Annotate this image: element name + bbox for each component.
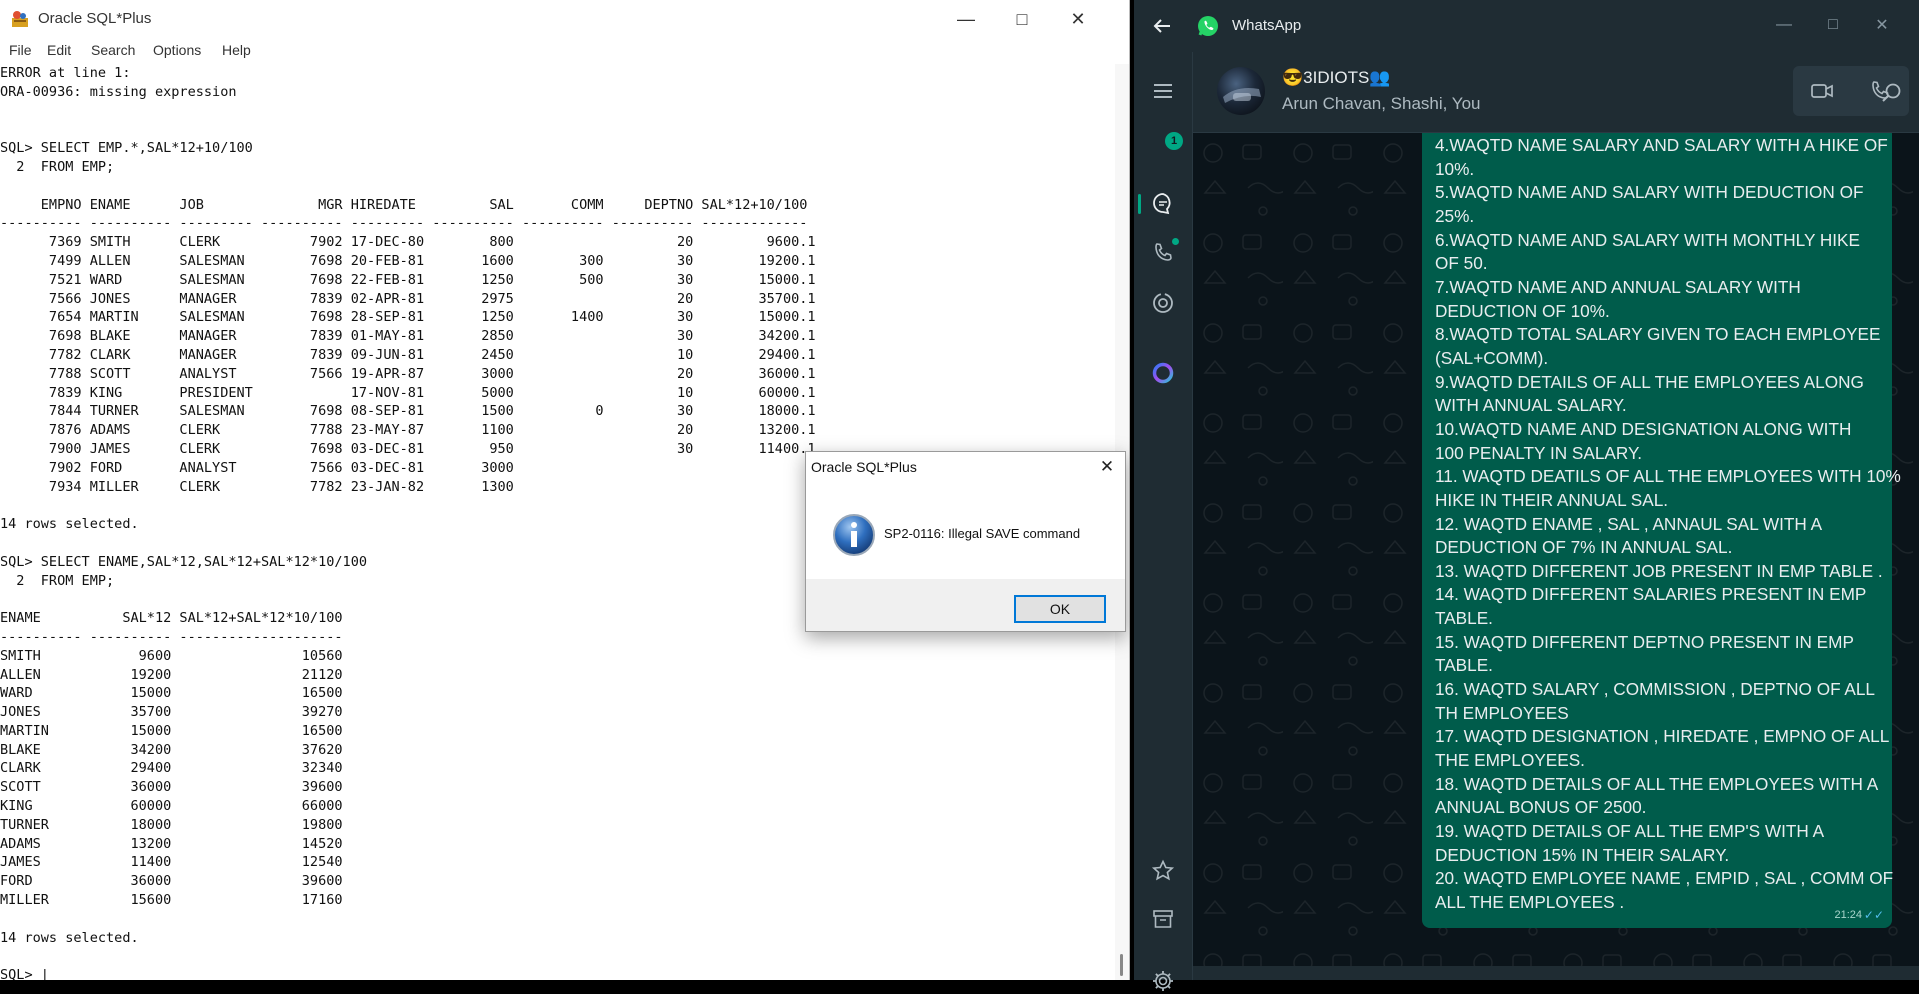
message-line: TH EMPLOYEES	[1435, 702, 1569, 723]
dialog-body: SP2-0116: Illegal SAVE command	[806, 483, 1125, 579]
chat-name: 😎3IDIOTS👥	[1282, 68, 1391, 87]
avatar-image	[1223, 88, 1261, 103]
settings-icon[interactable]	[1150, 968, 1176, 994]
message-line: 13. WAQTD DIFFERENT JOB PRESENT IN EMP T…	[1435, 560, 1883, 581]
message-line: 4.WAQTD NAME SALARY AND SALARY WITH A HI…	[1435, 135, 1888, 155]
message-line: 9.WAQTD DETAILS OF ALL THE EMPLOYEES ALO…	[1435, 371, 1864, 392]
search-icon[interactable]	[1879, 80, 1905, 106]
active-indicator	[1138, 194, 1141, 214]
message-line: 12. WAQTD ENAME , SAL , ANNAUL SAL WITH …	[1435, 513, 1823, 534]
chats-icon[interactable]	[1150, 190, 1176, 216]
message-line: 5.WAQTD NAME AND SALARY WITH DEDUCTION O…	[1435, 182, 1864, 203]
wa-maximize-button[interactable]: □	[1813, 10, 1853, 40]
message-line: ANNUAL BONUS OF 2500.	[1435, 797, 1647, 818]
message-line: 100 PENALTY IN SALARY.	[1435, 442, 1643, 463]
message-line: DEDUCTION 15% IN THEIR SALARY.	[1435, 844, 1730, 865]
whatsapp-title: WhatsApp	[1232, 17, 1302, 34]
read-receipt-icon: ✓✓	[1863, 908, 1884, 922]
menu-options[interactable]: Options	[153, 42, 201, 58]
back-arrow-icon[interactable]	[1150, 14, 1174, 38]
sqlplus-title: Oracle SQL*Plus	[38, 10, 152, 27]
menu-edit[interactable]: Edit	[47, 42, 71, 58]
dialog-titlebar: Oracle SQL*Plus ✕	[806, 452, 1125, 483]
message-line: DEDUCTION OF 7% IN ANNUAL SAL.	[1435, 537, 1733, 558]
message-line: 17. WAQTD DESIGNATION , HIREDATE , EMPNO…	[1435, 726, 1890, 747]
archive-icon[interactable]	[1150, 906, 1176, 932]
chat-members: Arun Chavan, Shashi, You	[1282, 94, 1481, 113]
status-icon[interactable]	[1150, 290, 1176, 316]
meta-ai-icon[interactable]	[1150, 360, 1176, 386]
ok-button[interactable]: OK	[1014, 595, 1106, 623]
message-time: 21:24	[1834, 909, 1862, 921]
message-line: 10%.	[1435, 158, 1475, 179]
message-line: 16. WAQTD SALARY , COMMISSION , DEPTNO O…	[1435, 679, 1875, 700]
chat-area[interactable]: 4.WAQTD NAME SALARY AND SALARY WITH A HI…	[1193, 133, 1919, 980]
dialog-message: SP2-0116: Illegal SAVE command	[884, 526, 1081, 541]
message-line: HIKE IN THEIR ANNUAL SAL.	[1435, 489, 1669, 510]
dialog-title: Oracle SQL*Plus	[811, 459, 917, 475]
message-line: DEDUCTION OF 10%.	[1435, 300, 1610, 321]
unread-badge: 1	[1165, 132, 1183, 150]
message-line: 25%.	[1435, 205, 1475, 226]
whatsapp-logo-icon	[1198, 16, 1218, 36]
scrollbar-thumb[interactable]	[1120, 954, 1123, 976]
message-line: 20. WAQTD EMPLOYEE NAME , EMPID , SAL , …	[1435, 868, 1894, 889]
message-line: THE EMPLOYEES.	[1435, 750, 1585, 771]
wa-close-button[interactable]: ✕	[1862, 10, 1902, 40]
wa-minimize-button[interactable]: —	[1764, 10, 1804, 40]
message-line: OF 50.	[1435, 253, 1488, 274]
menu-search[interactable]: Search	[91, 42, 135, 58]
message-line: 7.WAQTD NAME AND ANNUAL SALARY WITH	[1435, 276, 1801, 297]
message-bubble[interactable]: 4.WAQTD NAME SALARY AND SALARY WITH A HI…	[1422, 133, 1901, 928]
message-line: 15. WAQTD DIFFERENT DEPTNO PRESENT IN EM…	[1435, 631, 1854, 652]
menu-icon[interactable]	[1150, 78, 1176, 104]
starred-icon[interactable]	[1150, 858, 1176, 884]
message-line: TABLE.	[1435, 655, 1493, 676]
info-icon	[833, 514, 875, 556]
message-line: ALL THE EMPLOYEES .	[1435, 892, 1625, 912]
minimize-button[interactable]: —	[938, 0, 994, 38]
message-line: 8.WAQTD TOTAL SALARY GIVEN TO EACH EMPLO…	[1435, 324, 1881, 345]
maximize-button[interactable]: □	[994, 0, 1050, 38]
whatsapp-titlebar: WhatsApp — □ ✕	[1134, 0, 1919, 52]
sqlplus-app-icon	[12, 11, 28, 27]
message-text: 4.WAQTD NAME SALARY AND SALARY WITH A HI…	[1435, 134, 1901, 915]
message-line: 6.WAQTD NAME AND SALARY WITH MONTHLY HIK…	[1435, 229, 1860, 250]
message-line: (SAL+COMM).	[1435, 347, 1549, 368]
message-line: TABLE.	[1435, 608, 1493, 629]
message-line: WITH ANNUAL SALARY.	[1435, 395, 1627, 416]
menu-help[interactable]: Help	[222, 42, 251, 58]
message-line: 18. WAQTD DETAILS OF ALL THE EMPLOYEES W…	[1435, 773, 1879, 794]
dialog-close-button[interactable]: ✕	[1095, 455, 1119, 479]
chat-header[interactable]: 😎3IDIOTS👥 Arun Chavan, Shashi, You	[1193, 52, 1919, 133]
message-line: 10.WAQTD NAME AND DESIGNATION ALONG WITH	[1435, 418, 1852, 439]
group-avatar[interactable]	[1217, 67, 1265, 115]
message-line: 19. WAQTD DETAILS OF ALL THE EMP'S WITH …	[1435, 821, 1825, 842]
sqlplus-menubar: File Edit Search Options Help	[0, 38, 1129, 65]
whatsapp-window: WhatsApp — □ ✕ 1 😎3IDIOTS👥 Arun Chavan, …	[1134, 0, 1919, 991]
error-dialog: Oracle SQL*Plus ✕ SP2-0116: Illegal SAVE…	[805, 451, 1126, 632]
menu-file[interactable]: File	[9, 42, 32, 58]
status-update-dot	[1172, 238, 1179, 245]
message-line: 14. WAQTD DIFFERENT SALARIES PRESENT IN …	[1435, 584, 1867, 605]
close-button[interactable]: ✕	[1050, 0, 1106, 38]
message-line: 11. WAQTD DEATILS OF ALL THE EMPLOYEES W…	[1435, 466, 1901, 487]
compose-bar[interactable]	[1193, 966, 1919, 980]
video-call-icon[interactable]	[1809, 78, 1835, 104]
navigation-rail: 1	[1134, 52, 1193, 991]
sqlplus-titlebar: Oracle SQL*Plus — □ ✕	[0, 0, 1129, 38]
